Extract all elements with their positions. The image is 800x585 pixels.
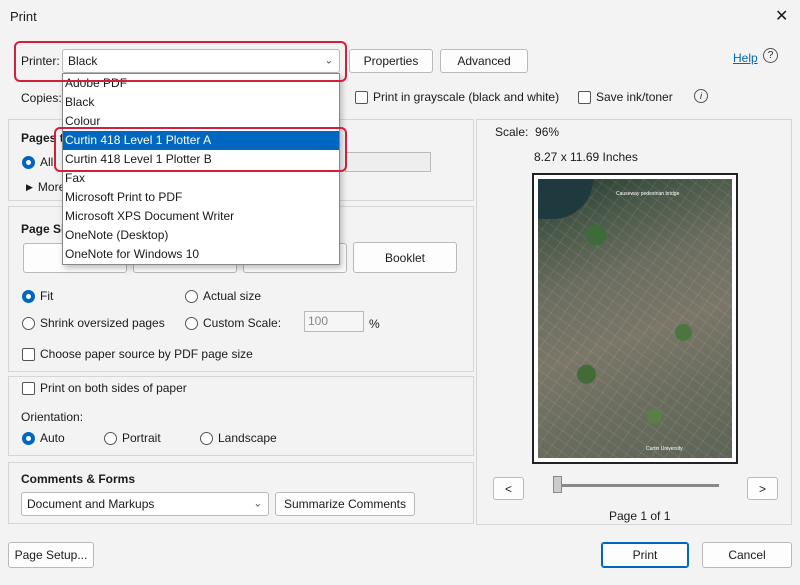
auto-label: Auto — [40, 431, 65, 445]
print-button[interactable]: Print — [601, 542, 689, 568]
map-caption-bottom: Curtin University — [646, 446, 683, 452]
printer-option[interactable]: Microsoft Print to PDF — [63, 188, 339, 207]
printer-option[interactable]: OneNote (Desktop) — [63, 226, 339, 245]
save-ink-check[interactable] — [578, 90, 591, 104]
paper-source-check[interactable] — [22, 347, 35, 361]
properties-button[interactable]: Properties — [349, 49, 433, 73]
custom-scale-input[interactable]: 100 — [304, 311, 364, 332]
grayscale-label: Print in grayscale (black and white) — [373, 90, 560, 104]
summarize-comments-button[interactable]: Summarize Comments — [275, 492, 415, 516]
grayscale-check[interactable] — [355, 90, 368, 104]
comments-panel: Comments & Forms Document and Markups ⌄ … — [8, 462, 474, 524]
actual-size-radio[interactable]: Actual size — [185, 289, 261, 303]
booklet-button[interactable]: Booklet — [353, 242, 457, 273]
paper-source-label: Choose paper source by PDF page size — [40, 347, 253, 361]
chevron-down-icon: ⌄ — [253, 498, 262, 510]
comments-title: Comments & Forms — [21, 472, 136, 486]
grayscale-checkbox[interactable]: Print in grayscale (black and white) — [355, 90, 559, 104]
portrait-label: Portrait — [122, 431, 161, 445]
duplex-check[interactable] — [22, 381, 35, 395]
cancel-button[interactable]: Cancel — [702, 542, 792, 568]
percent-label: % — [369, 317, 380, 331]
prev-page-button[interactable]: < — [493, 477, 524, 500]
landscape-label: Landscape — [218, 431, 277, 445]
printer-option[interactable]: Black — [63, 93, 339, 112]
page-size-text: 8.27 x 11.69 Inches — [534, 150, 638, 164]
custom-scale-label: Custom Scale: — [203, 316, 282, 330]
printer-option[interactable]: Microsoft XPS Document Writer — [63, 207, 339, 226]
all-pages-radio[interactable]: All — [22, 155, 53, 169]
window-title: Print — [10, 9, 37, 24]
page-slider-track[interactable] — [553, 484, 719, 487]
page-indicator: Page 1 of 1 — [609, 509, 671, 523]
printer-highlight-box — [14, 41, 347, 82]
custom-scale-value: 100 — [308, 314, 329, 328]
save-ink-label: Save ink/toner — [596, 90, 673, 104]
page-slider-thumb[interactable] — [553, 476, 562, 493]
page-preview: Causeway pedestrian bridge Curtin Univer… — [532, 173, 738, 464]
comments-select[interactable]: Document and Markups ⌄ — [21, 492, 269, 516]
river-area — [538, 179, 593, 219]
plotter-highlight-box — [54, 127, 347, 172]
next-page-button[interactable]: > — [747, 477, 778, 500]
fit-radio-dot[interactable] — [22, 289, 35, 303]
auto-radio[interactable]: Auto — [22, 431, 65, 445]
actual-size-radio-dot[interactable] — [185, 289, 198, 303]
paper-source-checkbox[interactable]: Choose paper source by PDF page size — [22, 347, 253, 361]
printer-option[interactable]: OneNote for Windows 10 — [63, 245, 339, 264]
orientation-label: Orientation: — [21, 410, 84, 424]
help-icon[interactable]: ? — [763, 48, 778, 63]
page-setup-button[interactable]: Page Setup... — [8, 542, 94, 568]
more-options-toggle[interactable]: ▶ More — [26, 180, 65, 194]
page-range-field[interactable] — [345, 152, 431, 172]
all-pages-radio-dot[interactable] — [22, 155, 35, 169]
shrink-label: Shrink oversized pages — [40, 316, 165, 330]
custom-scale-radio-dot[interactable] — [185, 316, 198, 330]
fit-label: Fit — [40, 289, 54, 303]
shrink-radio-dot[interactable] — [22, 316, 35, 330]
map-image: Causeway pedestrian bridge Curtin Univer… — [538, 179, 732, 458]
scale-text: Scale: 96% — [495, 125, 560, 139]
portrait-radio-dot[interactable] — [104, 431, 117, 445]
actual-size-label: Actual size — [203, 289, 262, 303]
info-icon[interactable]: i — [694, 89, 708, 103]
close-icon[interactable]: ✕ — [775, 6, 788, 26]
custom-scale-radio[interactable]: Custom Scale: — [185, 316, 281, 330]
landscape-radio-dot[interactable] — [200, 431, 213, 445]
orientation-panel: Print on both sides of paper Orientation… — [8, 376, 474, 456]
page-sizing-title: Page Si — [21, 222, 65, 236]
all-pages-label: All — [40, 155, 54, 169]
landscape-radio[interactable]: Landscape — [200, 431, 277, 445]
map-caption-top: Causeway pedestrian bridge — [616, 191, 680, 197]
portrait-radio[interactable]: Portrait — [104, 431, 161, 445]
comments-select-value: Document and Markups — [27, 497, 155, 511]
copies-label: Copies: — [21, 91, 62, 105]
triangle-right-icon: ▶ — [26, 181, 33, 192]
save-ink-checkbox[interactable]: Save ink/toner — [578, 90, 673, 104]
help-link[interactable]: Help — [733, 51, 758, 65]
shrink-radio[interactable]: Shrink oversized pages — [22, 316, 165, 330]
auto-radio-dot[interactable] — [22, 431, 35, 445]
duplex-label: Print on both sides of paper — [40, 381, 187, 395]
fit-radio[interactable]: Fit — [22, 289, 53, 303]
duplex-checkbox[interactable]: Print on both sides of paper — [22, 381, 187, 395]
advanced-button[interactable]: Advanced — [440, 49, 528, 73]
